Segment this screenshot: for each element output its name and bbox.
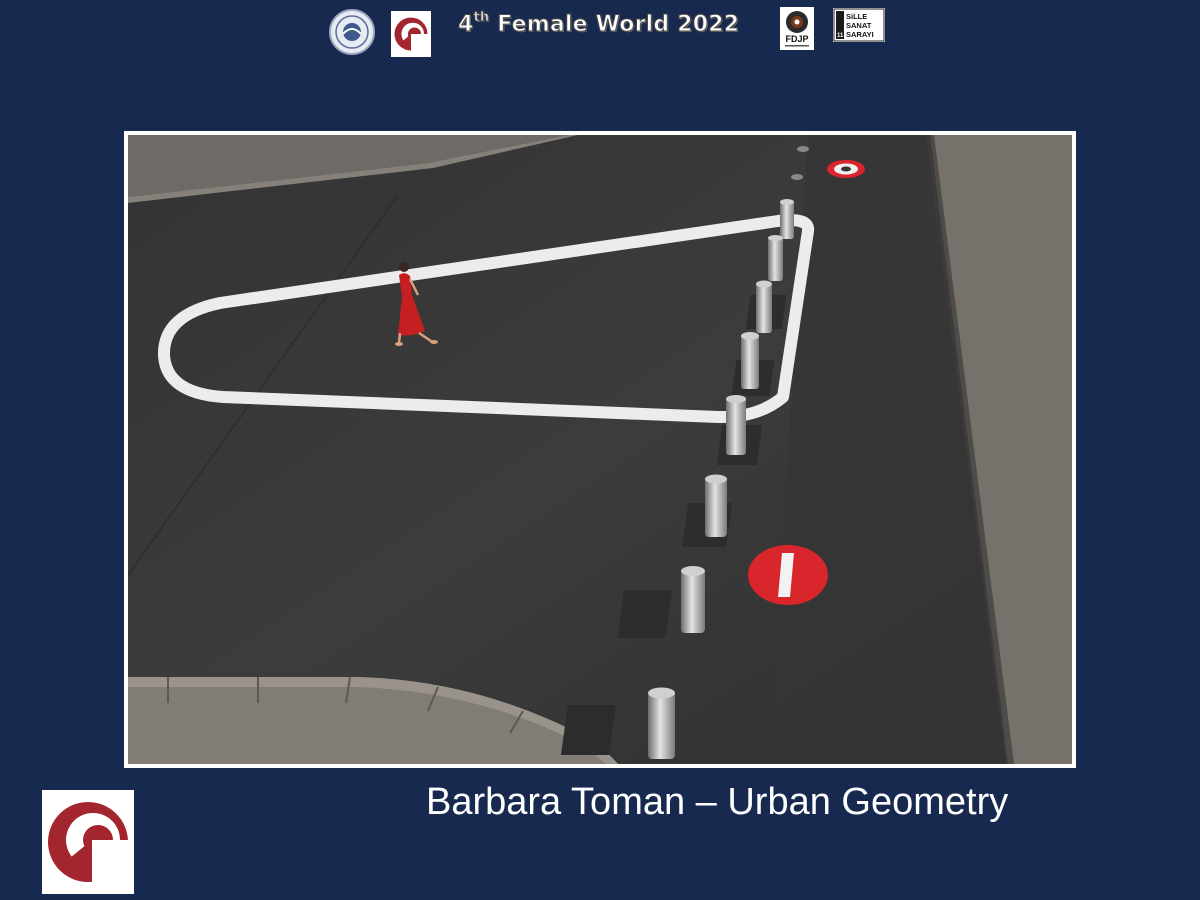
brand-logo-large bbox=[42, 790, 134, 894]
event-title: 4th Female World 2022 bbox=[458, 10, 740, 38]
sille-sanat-sarayi-logo: SiLLE SANAT SARAYI 11 bbox=[833, 8, 885, 42]
svg-text:11: 11 bbox=[837, 33, 844, 39]
svg-text:SiLLE: SiLLE bbox=[846, 12, 867, 21]
brand-logo-small bbox=[391, 11, 431, 57]
svg-text:SARAYI: SARAYI bbox=[846, 30, 874, 39]
photo-caption: Barbara Toman – Urban Geometry bbox=[426, 781, 1009, 823]
photo-frame bbox=[124, 131, 1076, 768]
urban-geometry-photo bbox=[128, 135, 1072, 764]
svg-text:FDJP: FDJP bbox=[785, 34, 808, 44]
svg-text:SANAT: SANAT bbox=[846, 21, 872, 30]
header-bar: 4th Female World 2022 FDJP SiLLE SANAT S… bbox=[0, 0, 1200, 60]
federation-seal-logo bbox=[329, 9, 375, 55]
fdjp-logo: FDJP bbox=[780, 7, 814, 50]
